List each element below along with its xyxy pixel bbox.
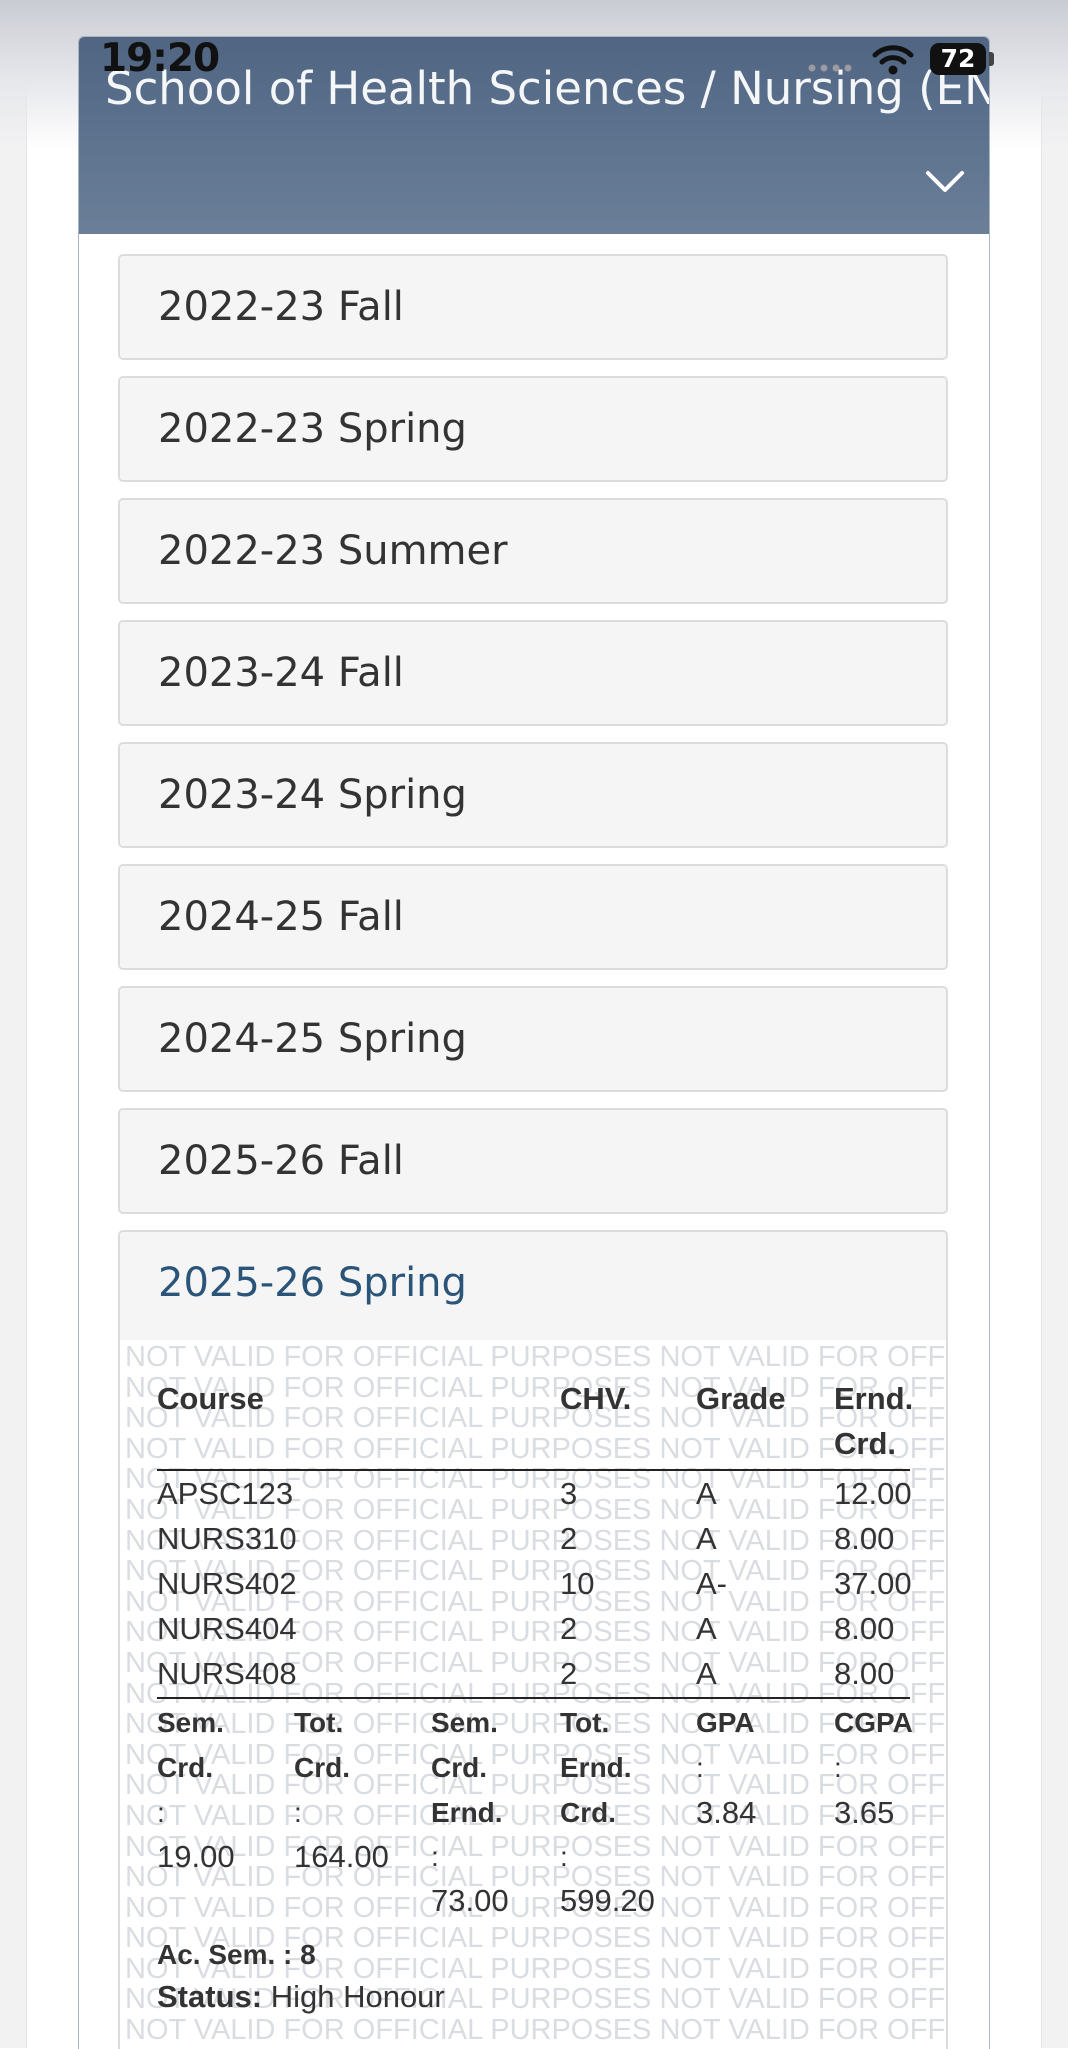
course-earned: 8.00 bbox=[834, 1611, 895, 1646]
total-earned-label: Tot. bbox=[560, 1707, 610, 1738]
total-earned-label-2: Ernd. bbox=[560, 1752, 632, 1783]
page-gutter-left bbox=[0, 0, 27, 2048]
course-earned: 12.00 bbox=[834, 1476, 912, 1511]
term-2022-23-summer[interactable]: 2022-23 Summer bbox=[118, 498, 948, 604]
watermark-line: NOT VALID FOR OFFICIAL PURPOSES NOT VALI… bbox=[125, 1891, 948, 1924]
chevron-down-icon[interactable] bbox=[924, 167, 966, 197]
page-gutter-right bbox=[1041, 0, 1068, 2048]
cgpa-colon: : bbox=[834, 1752, 842, 1783]
table-header-rule bbox=[157, 1469, 910, 1471]
course-code: NURS310 bbox=[157, 1521, 297, 1556]
term-label: 2023-24 Spring bbox=[158, 772, 467, 818]
term-label: 2022-23 Spring bbox=[158, 406, 467, 452]
term-label: 2022-23 Fall bbox=[158, 284, 404, 330]
status-time: 19:20 bbox=[100, 36, 220, 81]
watermark-line: NOT VALID FOR OFFICIAL PURPOSES NOT VALI… bbox=[125, 1708, 948, 1741]
signal-dots-icon bbox=[808, 64, 852, 72]
academic-semester: Ac. Sem. : 8 bbox=[157, 1939, 316, 1970]
watermark-line: NOT VALID FOR OFFICIAL PURPOSES NOT VALI… bbox=[125, 1432, 948, 1465]
term-label: 2023-24 Fall bbox=[158, 650, 404, 696]
sem-credit-label: Sem. bbox=[157, 1707, 224, 1738]
course-earned: 37.00 bbox=[834, 1566, 912, 1601]
cgpa-label: CGPA bbox=[834, 1707, 913, 1738]
total-credit-label: Tot. bbox=[294, 1707, 344, 1738]
sem-earned-label: Sem. bbox=[431, 1707, 498, 1738]
course-earned: 8.00 bbox=[834, 1521, 895, 1556]
course-earned: 8.00 bbox=[834, 1656, 895, 1691]
course-grade: A- bbox=[696, 1566, 727, 1601]
total-earned-colon: : bbox=[560, 1841, 568, 1872]
status-bar: 19:20 72 bbox=[0, 0, 1068, 81]
course-grade: A bbox=[696, 1521, 717, 1556]
watermark-line: NOT VALID FOR OFFICIAL PURPOSES NOT VALI… bbox=[125, 1799, 948, 1832]
term-2024-25-spring[interactable]: 2024-25 Spring bbox=[118, 986, 948, 1092]
watermark-line: NOT VALID FOR OFFICIAL PURPOSES NOT VALI… bbox=[125, 2014, 948, 2046]
sem-credit-label-2: Crd. bbox=[157, 1752, 213, 1783]
status-value: High Honour bbox=[270, 1979, 445, 2014]
col-header-chv: CHV. bbox=[560, 1381, 632, 1416]
course-grade: A bbox=[696, 1656, 717, 1691]
term-label: 2024-25 Spring bbox=[158, 1016, 467, 1062]
gpa-label: GPA bbox=[696, 1707, 755, 1738]
col-header-grade: Grade bbox=[696, 1381, 786, 1416]
course-code: NURS404 bbox=[157, 1611, 297, 1646]
term-2022-23-fall[interactable]: 2022-23 Fall bbox=[118, 254, 948, 360]
term-2025-26-spring[interactable]: 2025-26 Spring bbox=[118, 1230, 948, 1342]
watermark-line: NOT VALID FOR OFFICIAL PURPOSES NOT VALI… bbox=[125, 1738, 948, 1771]
term-2022-23-spring[interactable]: 2022-23 Spring bbox=[118, 376, 948, 482]
total-earned-label-3: Crd. bbox=[560, 1797, 616, 1828]
total-earned-value: 599.20 bbox=[560, 1883, 655, 1918]
course-chv: 2 bbox=[560, 1521, 578, 1556]
program-panel: School of Health Sciences / Nursing (EN)… bbox=[78, 36, 990, 2049]
gpa-value: 3.84 bbox=[696, 1795, 757, 1830]
total-credit-label-2: Crd. bbox=[294, 1752, 350, 1783]
table-footer-rule bbox=[157, 1697, 910, 1699]
wifi-icon bbox=[872, 45, 914, 75]
cgpa-value: 3.65 bbox=[834, 1795, 895, 1830]
course-chv: 3 bbox=[560, 1476, 578, 1511]
col-header-earned: Ernd. bbox=[834, 1381, 914, 1416]
term-label: 2025-26 Fall bbox=[158, 1138, 404, 1184]
sem-earned-label-2: Crd. bbox=[431, 1752, 487, 1783]
course-grade: A bbox=[696, 1476, 717, 1511]
term-detail: NOT VALID FOR OFFICIAL PURPOSES NOT VALI… bbox=[118, 1340, 948, 2049]
total-credit-colon: : bbox=[294, 1797, 302, 1828]
course-chv: 10 bbox=[560, 1566, 595, 1601]
course-code: NURS408 bbox=[157, 1656, 297, 1691]
watermark-line: NOT VALID FOR OFFICIAL PURPOSES NOT VALI… bbox=[125, 1830, 948, 1863]
course-chv: 2 bbox=[560, 1611, 578, 1646]
term-label-active: 2025-26 Spring bbox=[158, 1260, 467, 1306]
sem-earned-label-3: Ernd. bbox=[431, 1797, 503, 1828]
course-code: APSC123 bbox=[157, 1476, 294, 1511]
term-2023-24-spring[interactable]: 2023-24 Spring bbox=[118, 742, 948, 848]
watermark-line: NOT VALID FOR OFFICIAL PURPOSES NOT VALI… bbox=[125, 1769, 948, 1802]
term-label: 2024-25 Fall bbox=[158, 894, 404, 940]
gpa-colon: : bbox=[696, 1752, 704, 1783]
sem-earned-value: 73.00 bbox=[431, 1883, 509, 1918]
term-2025-26-fall[interactable]: 2025-26 Fall bbox=[118, 1108, 948, 1214]
total-credit-value: 164.00 bbox=[294, 1839, 389, 1874]
course-chv: 2 bbox=[560, 1656, 578, 1691]
status-label: Status: bbox=[157, 1979, 263, 2014]
watermark-line: NOT VALID FOR OFFICIAL PURPOSES NOT VALI… bbox=[125, 1861, 948, 1894]
term-2023-24-fall[interactable]: 2023-24 Fall bbox=[118, 620, 948, 726]
sem-credit-colon: : bbox=[157, 1797, 165, 1828]
sem-earned-colon: : bbox=[431, 1841, 439, 1872]
term-2024-25-fall[interactable]: 2024-25 Fall bbox=[118, 864, 948, 970]
battery-tip-icon bbox=[989, 52, 994, 66]
battery-icon: 72 bbox=[930, 43, 986, 75]
watermark-line: NOT VALID FOR OFFICIAL PURPOSES NOT VALI… bbox=[125, 1342, 948, 1373]
course-code: NURS402 bbox=[157, 1566, 297, 1601]
status-line: Status: High Honour bbox=[157, 1974, 445, 2019]
col-header-course: Course bbox=[157, 1381, 264, 1416]
course-grade: A bbox=[696, 1611, 717, 1646]
sem-credit-value: 19.00 bbox=[157, 1839, 235, 1874]
col-header-earned-line2: Crd. bbox=[834, 1426, 896, 1461]
term-label: 2022-23 Summer bbox=[158, 528, 508, 574]
